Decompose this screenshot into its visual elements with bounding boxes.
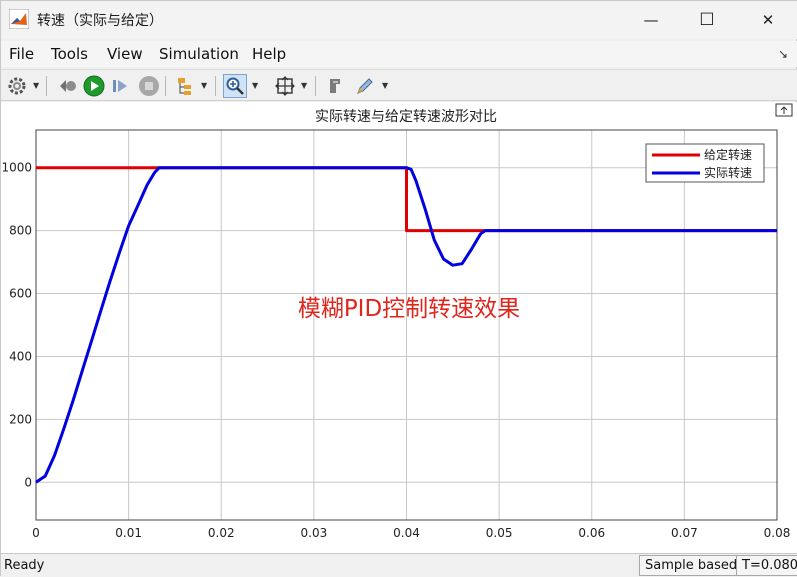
menu-view[interactable]: View (107, 45, 143, 63)
status-ready-text: Ready (4, 558, 45, 573)
toolbar-separator (165, 76, 166, 96)
restore-button[interactable] (55, 74, 79, 98)
x-tick-label: 0.01 (115, 526, 142, 540)
menu-file[interactable]: File (9, 45, 34, 63)
settings-icon (8, 77, 26, 95)
menu-simulation[interactable]: Simulation (159, 45, 239, 63)
chart-title: 实际转速与给定转速波形对比 (315, 109, 497, 125)
x-tick-label: 0.06 (578, 526, 605, 540)
plot-panel: 实际转速与给定转速波形对比 0 0.01 0.02 0.03 0.04 0.05 0.06 0… (1, 102, 797, 553)
scope-window: 转速（实际与给定） — ☐ ✕ File Tools View Simulati… (0, 0, 797, 577)
x-tick-label: 0.03 (301, 526, 328, 540)
settings-dropdown-icon[interactable]: ▼ (33, 81, 39, 90)
fit-to-view-button[interactable] (273, 74, 297, 98)
highlight-button[interactable] (323, 74, 347, 98)
signal-hierarchy-icon (178, 78, 191, 95)
style-button[interactable] (353, 74, 377, 98)
zoom-dropdown-icon[interactable]: ▼ (252, 81, 258, 90)
style-dropdown-icon[interactable]: ▼ (382, 81, 388, 90)
menu-help[interactable]: Help (252, 45, 286, 63)
x-tick-label: 0.05 (486, 526, 513, 540)
fit-dropdown-icon[interactable]: ▼ (301, 81, 307, 90)
y-tick-label: 600 (9, 287, 32, 301)
chart-canvas[interactable]: 实际转速与给定转速波形对比 0 0.01 0.02 0.03 0.04 0.05 0.06 0… (1, 102, 797, 553)
title-bar: 转速（实际与给定） — ☐ ✕ (1, 1, 797, 39)
x-tick-label: 0.08 (764, 526, 791, 540)
close-button[interactable]: ✕ (745, 1, 791, 39)
toolbar-separator (46, 76, 47, 96)
stop-button[interactable] (137, 74, 161, 98)
close-icon: ✕ (761, 11, 775, 29)
y-tick-label: 400 (9, 349, 32, 363)
undock-icon[interactable] (775, 103, 793, 117)
step-forward-button[interactable] (109, 74, 133, 98)
menu-tools[interactable]: Tools (51, 45, 88, 63)
signal-hierarchy-button[interactable] (173, 74, 197, 98)
signal-dropdown-icon[interactable]: ▼ (201, 81, 207, 90)
status-bar: Ready Sample based T=0.080 (1, 553, 797, 577)
y-tick-label: 200 (9, 412, 32, 426)
maximize-button[interactable]: ☐ (684, 1, 730, 39)
restore-icon (60, 80, 76, 92)
x-tick-label: 0.04 (393, 526, 420, 540)
legend-label: 给定转速 (704, 147, 752, 162)
matlab-logo-icon (9, 9, 29, 29)
style-icon (357, 78, 373, 94)
y-tick-label: 800 (9, 224, 32, 238)
stop-icon (139, 76, 159, 96)
step-forward-icon (113, 80, 127, 92)
y-tick-label: 0 (24, 475, 32, 489)
sample-mode-indicator: Sample based (639, 555, 744, 576)
menu-overflow-icon[interactable]: ↘ (778, 47, 788, 61)
run-button[interactable] (82, 74, 106, 98)
legend-label: 实际转速 (704, 165, 752, 180)
toolbar: ▼ ▼ ▼ ▼ ▼ (1, 69, 797, 101)
simulation-time-indicator: T=0.080 (736, 555, 797, 576)
zoom-icon (226, 77, 244, 95)
maximize-icon: ☐ (699, 10, 715, 30)
run-icon (83, 75, 105, 97)
settings-button[interactable] (5, 74, 29, 98)
highlight-icon (330, 79, 340, 93)
x-tick-label: 0 (32, 526, 40, 540)
minimize-button[interactable]: — (628, 1, 674, 39)
x-tick-label: 0.07 (671, 526, 698, 540)
zoom-button[interactable] (223, 74, 247, 98)
y-tick-label: 1000 (1, 161, 32, 175)
fit-to-view-icon (275, 76, 295, 96)
menu-bar: File Tools View Simulation Help (1, 41, 797, 67)
x-tick-label: 0.02 (208, 526, 235, 540)
toolbar-separator (315, 76, 316, 96)
chart-legend: 给定转速实际转速 (645, 143, 765, 183)
chart-annotation: 模糊PID控制转速效果 (298, 296, 520, 322)
toolbar-separator (215, 76, 216, 96)
window-title: 转速（实际与给定） (37, 13, 163, 29)
minimize-icon: — (643, 11, 659, 29)
